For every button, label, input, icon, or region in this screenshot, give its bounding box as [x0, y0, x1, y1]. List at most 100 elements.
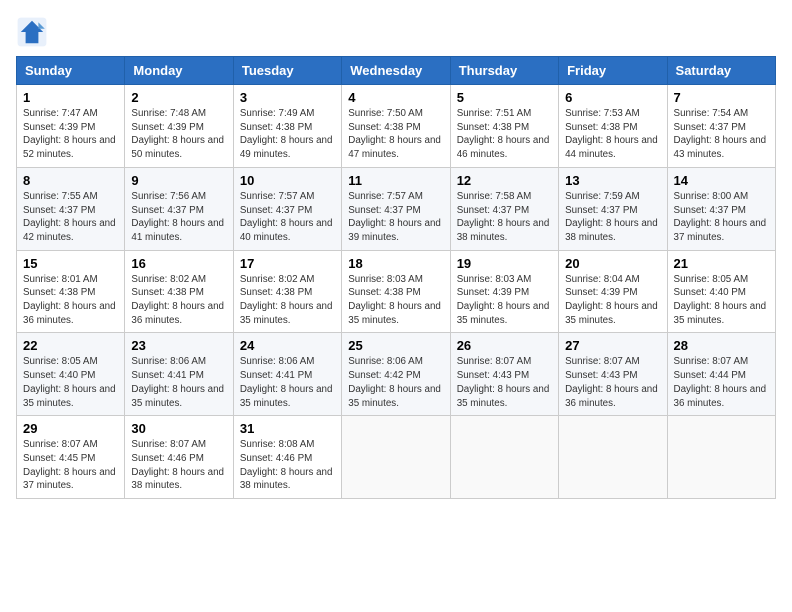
- day-number: 19: [457, 256, 552, 271]
- week-row-5: 29 Sunrise: 8:07 AM Sunset: 4:45 PM Dayl…: [17, 416, 776, 499]
- header-friday: Friday: [559, 57, 667, 85]
- calendar-table: SundayMondayTuesdayWednesdayThursdayFrid…: [16, 56, 776, 499]
- day-number: 5: [457, 90, 552, 105]
- day-info: Sunrise: 8:07 AM Sunset: 4:43 PM Dayligh…: [565, 355, 660, 410]
- day-cell: 21 Sunrise: 8:05 AM Sunset: 4:40 PM Dayl…: [667, 250, 775, 333]
- day-cell: 27 Sunrise: 8:07 AM Sunset: 4:43 PM Dayl…: [559, 333, 667, 416]
- day-info: Sunrise: 7:56 AM Sunset: 4:37 PM Dayligh…: [131, 190, 226, 245]
- day-info: Sunrise: 7:54 AM Sunset: 4:37 PM Dayligh…: [674, 107, 769, 162]
- day-number: 2: [131, 90, 226, 105]
- day-number: 30: [131, 421, 226, 436]
- day-cell: [667, 416, 775, 499]
- day-cell: [559, 416, 667, 499]
- day-number: 7: [674, 90, 769, 105]
- week-row-2: 8 Sunrise: 7:55 AM Sunset: 4:37 PM Dayli…: [17, 167, 776, 250]
- day-cell: 23 Sunrise: 8:06 AM Sunset: 4:41 PM Dayl…: [125, 333, 233, 416]
- day-cell: 3 Sunrise: 7:49 AM Sunset: 4:38 PM Dayli…: [233, 85, 341, 168]
- day-number: 29: [23, 421, 118, 436]
- day-cell: 30 Sunrise: 8:07 AM Sunset: 4:46 PM Dayl…: [125, 416, 233, 499]
- day-info: Sunrise: 7:58 AM Sunset: 4:37 PM Dayligh…: [457, 190, 552, 245]
- header-sunday: Sunday: [17, 57, 125, 85]
- header-monday: Monday: [125, 57, 233, 85]
- day-number: 22: [23, 338, 118, 353]
- day-info: Sunrise: 7:57 AM Sunset: 4:37 PM Dayligh…: [348, 190, 443, 245]
- day-info: Sunrise: 8:04 AM Sunset: 4:39 PM Dayligh…: [565, 273, 660, 328]
- day-cell: 25 Sunrise: 8:06 AM Sunset: 4:42 PM Dayl…: [342, 333, 450, 416]
- day-cell: 15 Sunrise: 8:01 AM Sunset: 4:38 PM Dayl…: [17, 250, 125, 333]
- day-number: 21: [674, 256, 769, 271]
- day-info: Sunrise: 8:07 AM Sunset: 4:46 PM Dayligh…: [131, 438, 226, 493]
- day-cell: 5 Sunrise: 7:51 AM Sunset: 4:38 PM Dayli…: [450, 85, 558, 168]
- day-number: 4: [348, 90, 443, 105]
- week-row-4: 22 Sunrise: 8:05 AM Sunset: 4:40 PM Dayl…: [17, 333, 776, 416]
- day-number: 25: [348, 338, 443, 353]
- header-thursday: Thursday: [450, 57, 558, 85]
- day-cell: 18 Sunrise: 8:03 AM Sunset: 4:38 PM Dayl…: [342, 250, 450, 333]
- day-number: 1: [23, 90, 118, 105]
- day-number: 3: [240, 90, 335, 105]
- calendar-header-row: SundayMondayTuesdayWednesdayThursdayFrid…: [17, 57, 776, 85]
- day-number: 8: [23, 173, 118, 188]
- day-number: 27: [565, 338, 660, 353]
- day-cell: 16 Sunrise: 8:02 AM Sunset: 4:38 PM Dayl…: [125, 250, 233, 333]
- day-info: Sunrise: 8:02 AM Sunset: 4:38 PM Dayligh…: [240, 273, 335, 328]
- day-info: Sunrise: 8:06 AM Sunset: 4:42 PM Dayligh…: [348, 355, 443, 410]
- day-cell: 31 Sunrise: 8:08 AM Sunset: 4:46 PM Dayl…: [233, 416, 341, 499]
- day-cell: 2 Sunrise: 7:48 AM Sunset: 4:39 PM Dayli…: [125, 85, 233, 168]
- day-cell: 11 Sunrise: 7:57 AM Sunset: 4:37 PM Dayl…: [342, 167, 450, 250]
- week-row-3: 15 Sunrise: 8:01 AM Sunset: 4:38 PM Dayl…: [17, 250, 776, 333]
- day-cell: 12 Sunrise: 7:58 AM Sunset: 4:37 PM Dayl…: [450, 167, 558, 250]
- day-cell: 13 Sunrise: 7:59 AM Sunset: 4:37 PM Dayl…: [559, 167, 667, 250]
- day-info: Sunrise: 8:07 AM Sunset: 4:44 PM Dayligh…: [674, 355, 769, 410]
- day-number: 14: [674, 173, 769, 188]
- day-info: Sunrise: 8:00 AM Sunset: 4:37 PM Dayligh…: [674, 190, 769, 245]
- day-cell: 4 Sunrise: 7:50 AM Sunset: 4:38 PM Dayli…: [342, 85, 450, 168]
- day-info: Sunrise: 7:51 AM Sunset: 4:38 PM Dayligh…: [457, 107, 552, 162]
- day-number: 16: [131, 256, 226, 271]
- day-cell: 19 Sunrise: 8:03 AM Sunset: 4:39 PM Dayl…: [450, 250, 558, 333]
- day-cell: 26 Sunrise: 8:07 AM Sunset: 4:43 PM Dayl…: [450, 333, 558, 416]
- day-cell: 9 Sunrise: 7:56 AM Sunset: 4:37 PM Dayli…: [125, 167, 233, 250]
- header-tuesday: Tuesday: [233, 57, 341, 85]
- day-info: Sunrise: 7:57 AM Sunset: 4:37 PM Dayligh…: [240, 190, 335, 245]
- day-number: 9: [131, 173, 226, 188]
- day-info: Sunrise: 7:48 AM Sunset: 4:39 PM Dayligh…: [131, 107, 226, 162]
- day-info: Sunrise: 8:03 AM Sunset: 4:39 PM Dayligh…: [457, 273, 552, 328]
- day-info: Sunrise: 8:08 AM Sunset: 4:46 PM Dayligh…: [240, 438, 335, 493]
- day-info: Sunrise: 8:05 AM Sunset: 4:40 PM Dayligh…: [674, 273, 769, 328]
- day-number: 26: [457, 338, 552, 353]
- day-info: Sunrise: 7:47 AM Sunset: 4:39 PM Dayligh…: [23, 107, 118, 162]
- logo-icon: [16, 16, 48, 48]
- day-info: Sunrise: 8:02 AM Sunset: 4:38 PM Dayligh…: [131, 273, 226, 328]
- day-cell: 29 Sunrise: 8:07 AM Sunset: 4:45 PM Dayl…: [17, 416, 125, 499]
- day-info: Sunrise: 7:50 AM Sunset: 4:38 PM Dayligh…: [348, 107, 443, 162]
- day-cell: 7 Sunrise: 7:54 AM Sunset: 4:37 PM Dayli…: [667, 85, 775, 168]
- day-info: Sunrise: 7:59 AM Sunset: 4:37 PM Dayligh…: [565, 190, 660, 245]
- day-info: Sunrise: 8:07 AM Sunset: 4:45 PM Dayligh…: [23, 438, 118, 493]
- logo: [16, 16, 52, 48]
- day-cell: 17 Sunrise: 8:02 AM Sunset: 4:38 PM Dayl…: [233, 250, 341, 333]
- week-row-1: 1 Sunrise: 7:47 AM Sunset: 4:39 PM Dayli…: [17, 85, 776, 168]
- day-cell: 8 Sunrise: 7:55 AM Sunset: 4:37 PM Dayli…: [17, 167, 125, 250]
- day-number: 12: [457, 173, 552, 188]
- day-cell: 14 Sunrise: 8:00 AM Sunset: 4:37 PM Dayl…: [667, 167, 775, 250]
- day-cell: 6 Sunrise: 7:53 AM Sunset: 4:38 PM Dayli…: [559, 85, 667, 168]
- day-cell: 22 Sunrise: 8:05 AM Sunset: 4:40 PM Dayl…: [17, 333, 125, 416]
- day-info: Sunrise: 8:07 AM Sunset: 4:43 PM Dayligh…: [457, 355, 552, 410]
- page-header: [16, 16, 776, 48]
- day-cell: 20 Sunrise: 8:04 AM Sunset: 4:39 PM Dayl…: [559, 250, 667, 333]
- day-info: Sunrise: 8:05 AM Sunset: 4:40 PM Dayligh…: [23, 355, 118, 410]
- day-cell: 24 Sunrise: 8:06 AM Sunset: 4:41 PM Dayl…: [233, 333, 341, 416]
- day-number: 18: [348, 256, 443, 271]
- header-saturday: Saturday: [667, 57, 775, 85]
- day-info: Sunrise: 7:55 AM Sunset: 4:37 PM Dayligh…: [23, 190, 118, 245]
- day-cell: [342, 416, 450, 499]
- day-number: 31: [240, 421, 335, 436]
- day-cell: [450, 416, 558, 499]
- day-number: 24: [240, 338, 335, 353]
- day-cell: 10 Sunrise: 7:57 AM Sunset: 4:37 PM Dayl…: [233, 167, 341, 250]
- day-cell: 28 Sunrise: 8:07 AM Sunset: 4:44 PM Dayl…: [667, 333, 775, 416]
- day-number: 20: [565, 256, 660, 271]
- day-number: 23: [131, 338, 226, 353]
- header-wednesday: Wednesday: [342, 57, 450, 85]
